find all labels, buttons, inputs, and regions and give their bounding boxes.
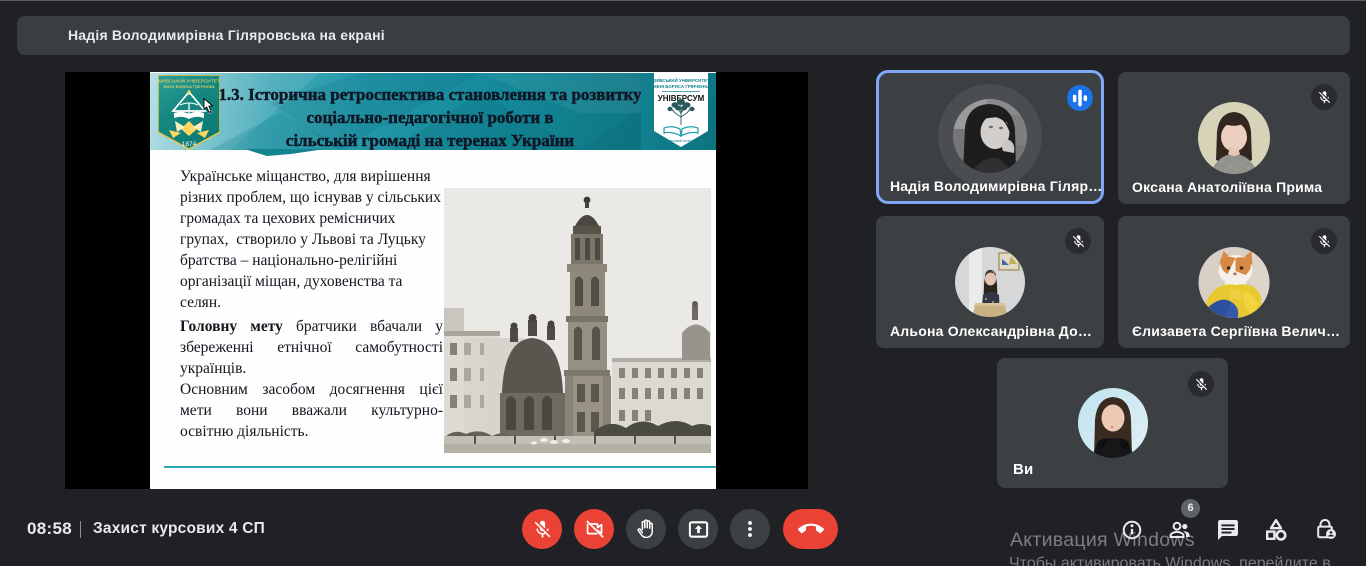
svg-text:ІМЕНІ БОРИСА ГРІНЧЕНКА: ІМЕНІ БОРИСА ГРІНЧЕНКА	[654, 84, 708, 89]
svg-text:імені Бориса Грінченка: імені Бориса Грінченка	[163, 84, 214, 90]
svg-text:фаховий коледж: фаховий коледж	[667, 139, 695, 143]
svg-text:КИЇВСЬКИЙ УНІВЕРСИТЕТ: КИЇВСЬКИЙ УНІВЕРСИТЕТ	[654, 78, 708, 83]
svg-text:1874: 1874	[182, 141, 197, 148]
